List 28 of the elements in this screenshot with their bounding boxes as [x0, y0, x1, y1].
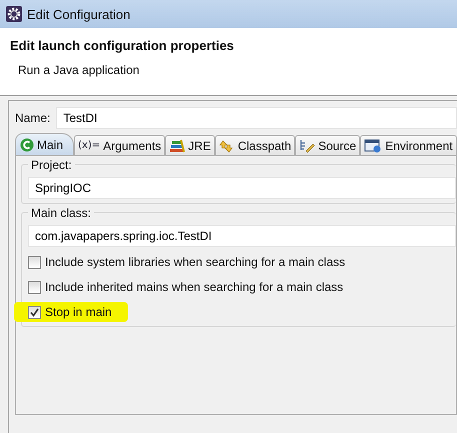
tab[interactable]: Environment	[360, 135, 457, 155]
tab-icon	[364, 138, 382, 152]
name-field[interactable]: TestDI	[56, 107, 457, 129]
tab[interactable]: (x)= Arguments	[74, 135, 166, 155]
checkbox-option[interactable]: Include inherited mains when searching for a main class	[28, 277, 350, 297]
main-class-label: Main class:	[28, 206, 94, 220]
header-subtitle: Run a Java application	[18, 63, 140, 77]
tab[interactable]: Source	[295, 135, 360, 155]
checkbox[interactable]	[28, 306, 41, 318]
tab[interactable]: JRE	[165, 135, 215, 155]
checkbox-option[interactable]: Stop in main	[14, 302, 128, 322]
tab-icon	[218, 138, 235, 152]
tab[interactable]: Main	[15, 133, 74, 155]
tab-icon	[299, 138, 316, 152]
gear-icon	[6, 6, 22, 22]
tab[interactable]: Classpath	[214, 135, 296, 155]
variable-symbol-icon: (x)=	[78, 140, 100, 151]
project-label: Project:	[28, 158, 75, 172]
name-label: Name:	[15, 111, 50, 125]
project-field[interactable]: SpringIOC	[28, 177, 456, 199]
window-title: Edit Configuration	[27, 6, 130, 22]
main-class-field[interactable]: com.javapapers.spring.ioc.TestDI	[28, 225, 456, 247]
tab-icon	[20, 138, 34, 152]
checkbox[interactable]	[28, 280, 41, 294]
checkbox[interactable]	[28, 256, 41, 268]
tab-icon	[169, 138, 186, 152]
checkbox-option[interactable]: Include system libraries when searching for a main class	[28, 252, 352, 272]
header-title: Edit launch configuration properties	[10, 38, 235, 53]
